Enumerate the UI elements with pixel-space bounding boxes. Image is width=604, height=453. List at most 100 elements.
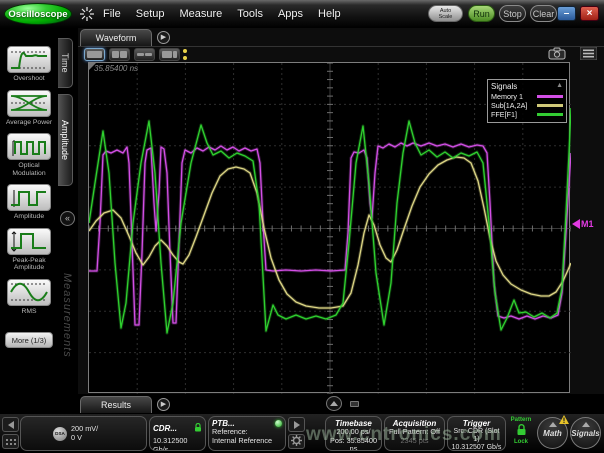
sidebar-item-rms[interactable]: RMS [7, 279, 51, 316]
math-label: Math [538, 429, 567, 438]
channel-grid-button[interactable] [2, 434, 19, 449]
sidebar-item-peak-peak-amplitude[interactable]: Peak-Peak Amplitude [7, 228, 51, 272]
auto-scale-button[interactable]: AutoScale [428, 5, 463, 22]
timebase-position: Pos: 35.85400 ns [329, 437, 378, 452]
scroll-right-button[interactable] [288, 417, 305, 432]
marker-m1-label: M1 [581, 219, 594, 229]
marker-m1[interactable]: M1 [572, 219, 594, 229]
minimize-button[interactable]: – [557, 6, 576, 21]
warning-icon [559, 415, 569, 426]
sidebar-collapse-icon[interactable]: « [60, 211, 75, 226]
menu-tools[interactable]: Tools [237, 8, 263, 20]
average-power-icon [7, 90, 51, 117]
results-bar: Results ▶ [78, 394, 604, 414]
ffe-color-swatch [537, 113, 563, 116]
statusbar: DSA 200 mV/ 0 V CDR... 10.312500 Gb/s LB… [0, 414, 604, 453]
settings-gear-button[interactable] [288, 434, 305, 449]
sidebar-tab-strip: Time Amplitude « Measurements [58, 28, 78, 414]
menu-file[interactable]: File [103, 8, 121, 20]
hamburger-menu-icon[interactable] [580, 47, 597, 65]
rms-icon [7, 279, 51, 306]
dsa-badge: DSA [53, 427, 67, 441]
tab-time[interactable]: Time [58, 38, 73, 88]
pattern-lock-label-top: Pattern [508, 417, 534, 424]
clear-button[interactable]: Clear [530, 5, 557, 22]
close-button[interactable]: × [580, 6, 599, 21]
menubar: File Setup Measure Tools Apps Help [103, 0, 341, 28]
timebase-position-label: 35.85400 ns [94, 64, 138, 73]
layout-single-button[interactable] [84, 48, 105, 61]
sidebar-item-average-power[interactable]: Average Power [6, 90, 52, 127]
menu-setup[interactable]: Setup [136, 8, 165, 20]
trigger-title: Trigger [451, 419, 502, 428]
lock-icon [194, 419, 202, 437]
layout-mixed-button[interactable] [159, 48, 180, 61]
legend-collapse-icon[interactable]: ▲ [556, 82, 563, 91]
panel-size-icon[interactable] [350, 401, 359, 407]
titlebar: Oscilloscope File Setup Measure Tools Ap… [0, 0, 604, 28]
legend-item-sub[interactable]: Sub[1A,2A] [491, 101, 563, 110]
marker-m1-arrow-icon [572, 219, 580, 229]
gear-icon [291, 433, 302, 451]
chevron-up-icon [582, 422, 590, 427]
sidebar-item-optical-modulation[interactable]: Optical Modulation [7, 133, 51, 177]
pattern-lock-label-bottom: Lock [508, 439, 534, 446]
math-button[interactable]: Math [537, 417, 568, 449]
menu-apps[interactable]: Apps [278, 8, 303, 20]
ptb-panel[interactable]: PTB... Reference: Internal Reference [208, 416, 286, 451]
settings-burst-icon[interactable] [80, 7, 94, 26]
amplitude-icon [7, 184, 51, 211]
results-tab-play-icon[interactable]: ▶ [157, 398, 170, 411]
trigger-rate: 10.312507 Gb/s [451, 444, 502, 451]
overshoot-icon [7, 46, 51, 73]
legend-title: Signals [491, 82, 517, 91]
signals-button[interactable]: Signals [570, 417, 601, 449]
arrow-left-icon [8, 421, 14, 429]
grid-dots-icon [6, 439, 8, 441]
signals-label: Signals [571, 429, 600, 438]
signals-legend[interactable]: Signals ▲ Memory 1 Sub[1A,2A] FFE[F1] [487, 79, 567, 123]
tab-results[interactable]: Results [80, 396, 152, 413]
app-logo: Oscilloscope [4, 3, 72, 25]
tab-waveform[interactable]: Waveform [80, 29, 152, 46]
scroll-left-button[interactable] [2, 417, 19, 432]
app-logo-label: Oscilloscope [8, 9, 67, 20]
channel-offset: 0 V [71, 434, 98, 443]
measurement-sidebar: Overshoot Average Power Optical Modulati… [0, 28, 58, 414]
arrow-right-icon [294, 421, 300, 429]
acquisition-points: 2345 pts [388, 437, 441, 446]
sidebar-item-amplitude[interactable]: Amplitude [7, 184, 51, 221]
optical-modulation-icon [7, 133, 51, 160]
more-measurements-button[interactable]: More (1/3) [5, 332, 53, 348]
chevron-up-icon [330, 401, 338, 406]
menu-measure[interactable]: Measure [179, 8, 222, 20]
measurements-group-label: Measurements [61, 273, 73, 358]
run-button[interactable]: Run [468, 5, 495, 22]
waveform-tab-play-icon[interactable]: ▶ [157, 31, 170, 44]
pattern-lock-button[interactable]: Pattern Lock [508, 416, 534, 451]
ptb-reference-value: Internal Reference [212, 437, 282, 446]
tab-amplitude[interactable]: Amplitude [58, 94, 73, 186]
layout-rows-button[interactable] [134, 48, 155, 61]
menu-help[interactable]: Help [318, 8, 341, 20]
channel-panel[interactable]: DSA 200 mV/ 0 V [20, 416, 147, 451]
layout-quad-button[interactable] [109, 48, 130, 61]
sub-color-swatch [537, 104, 563, 107]
trigger-source: Src: CDR (Slot 1) [451, 428, 502, 444]
drag-handle-dots-icon[interactable] [183, 49, 187, 63]
memory1-color-swatch [537, 95, 563, 98]
cdr-rate: 10.312500 Gb/s [153, 437, 202, 451]
waveform-display[interactable]: 35.85400 ns Signals ▲ Memory 1 Sub[1A,2A… [88, 62, 570, 393]
chevron-up-icon [549, 422, 557, 427]
cdr-panel[interactable]: CDR... 10.312500 Gb/s LBW: 6.186 MHz [149, 416, 206, 451]
trigger-panel[interactable]: Trigger Src: CDR (Slot 1) 10.312507 Gb/s… [447, 416, 506, 451]
cdr-title: CDR... [153, 424, 177, 433]
expand-results-button[interactable] [326, 396, 342, 411]
sidebar-item-overshoot[interactable]: Overshoot [7, 46, 51, 83]
oscilloscope-app-window: Oscilloscope File Setup Measure Tools Ap… [0, 0, 604, 453]
legend-item-memory1[interactable]: Memory 1 [491, 92, 563, 101]
acquisition-panel[interactable]: Acquisition Full Pattern: Off 2345 pts [384, 416, 445, 451]
legend-item-ffe[interactable]: FFE[F1] [491, 110, 563, 119]
stop-button[interactable]: Stop [499, 5, 526, 22]
timebase-panel[interactable]: Timebase 200.00 ps/ Pos: 35.85400 ns [325, 416, 382, 451]
